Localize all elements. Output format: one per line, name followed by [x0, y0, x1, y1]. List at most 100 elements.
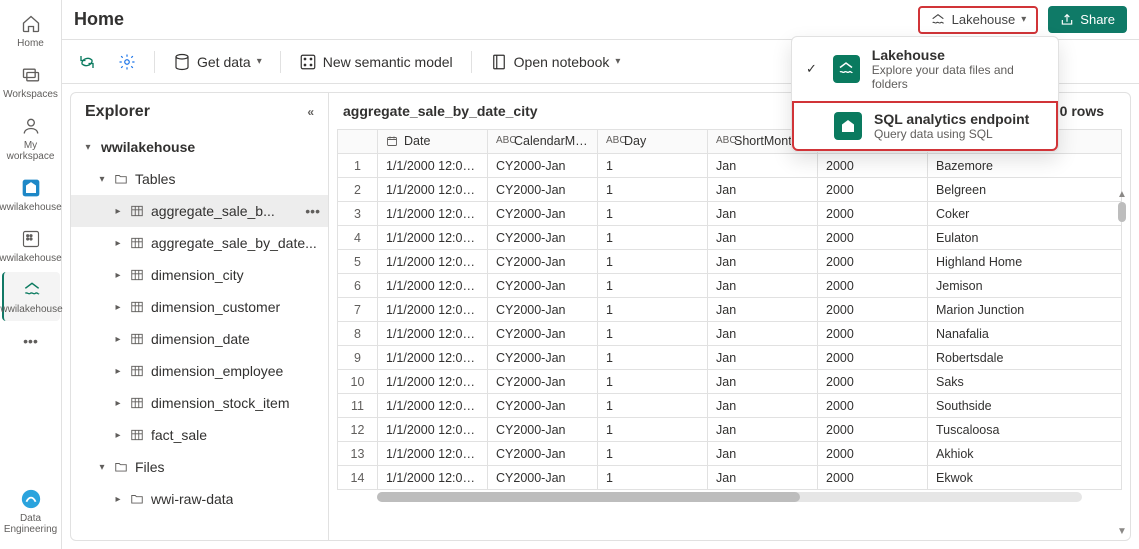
cell[interactable]: CY2000-Jan — [488, 298, 598, 322]
cell[interactable]: 2000 — [818, 226, 928, 250]
cell[interactable]: 1 — [598, 346, 708, 370]
tree-table-entry[interactable]: ▸ dimension_city — [71, 259, 328, 291]
table-row[interactable]: 141/1/2000 12:00:0...CY2000-Jan1Jan2000E… — [338, 466, 1122, 490]
cell[interactable]: Belgreen — [928, 178, 1122, 202]
cell[interactable]: 2000 — [818, 418, 928, 442]
cell[interactable]: CY2000-Jan — [488, 442, 598, 466]
cell[interactable]: Robertsdale — [928, 346, 1122, 370]
cell[interactable]: Jan — [708, 250, 818, 274]
table-row[interactable]: 101/1/2000 12:00:0...CY2000-Jan1Jan2000S… — [338, 370, 1122, 394]
rail-persona[interactable]: Data Engineering — [2, 481, 60, 541]
cell[interactable]: CY2000-Jan — [488, 226, 598, 250]
cell[interactable]: 1/1/2000 12:00:0... — [378, 202, 488, 226]
cell[interactable]: 1/1/2000 12:00:0... — [378, 418, 488, 442]
cell[interactable]: Coker — [928, 202, 1122, 226]
cell[interactable]: 1/1/2000 12:00:0... — [378, 322, 488, 346]
cell[interactable]: 1 — [598, 418, 708, 442]
cell[interactable]: Jan — [708, 466, 818, 490]
cell[interactable]: Jan — [708, 442, 818, 466]
cell[interactable]: CY2000-Jan — [488, 370, 598, 394]
cell[interactable]: 1/1/2000 12:00:0... — [378, 274, 488, 298]
rail-lakehouse-3[interactable]: wwilakehouse — [2, 272, 60, 321]
more-icon[interactable]: ••• — [305, 203, 328, 219]
cell[interactable]: 1 — [598, 394, 708, 418]
tree-table-entry[interactable]: ▸ dimension_date — [71, 323, 328, 355]
cell[interactable]: 2000 — [818, 346, 928, 370]
cell[interactable]: Jan — [708, 298, 818, 322]
rail-my-workspace[interactable]: My workspace — [2, 108, 60, 168]
tree-files[interactable]: ▾ Files — [71, 451, 328, 483]
cell[interactable]: Nanafalia — [928, 322, 1122, 346]
rail-more[interactable]: ••• — [23, 333, 38, 349]
cell[interactable]: 2000 — [818, 370, 928, 394]
cell[interactable]: Eulaton — [928, 226, 1122, 250]
cell[interactable]: Southside — [928, 394, 1122, 418]
tree-table-entry[interactable]: ▸ aggregate_sale_b...••• — [71, 195, 328, 227]
cell[interactable]: 1/1/2000 12:00:0... — [378, 346, 488, 370]
cell[interactable]: Highland Home — [928, 250, 1122, 274]
cell[interactable]: Jan — [708, 178, 818, 202]
cell[interactable]: 1 — [598, 226, 708, 250]
settings-button[interactable] — [114, 49, 140, 75]
tree-file-entry[interactable]: ▸ wwi-raw-data — [71, 483, 328, 515]
get-data-button[interactable]: Get data ▾ — [169, 49, 266, 75]
column-header[interactable]: Date — [378, 130, 488, 154]
tree-table-entry[interactable]: ▸ fact_sale — [71, 419, 328, 451]
cell[interactable]: CY2000-Jan — [488, 346, 598, 370]
scroll-up-icon[interactable]: ▲ — [1117, 189, 1127, 200]
table-row[interactable]: 41/1/2000 12:00:0...CY2000-Jan1Jan2000Eu… — [338, 226, 1122, 250]
cell[interactable]: Jan — [708, 274, 818, 298]
tree-table-entry[interactable]: ▸ dimension_employee — [71, 355, 328, 387]
cell[interactable]: 1 — [598, 322, 708, 346]
table-row[interactable]: 91/1/2000 12:00:0...CY2000-Jan1Jan2000Ro… — [338, 346, 1122, 370]
horizontal-scrollbar[interactable] — [377, 492, 1082, 502]
cell[interactable]: CY2000-Jan — [488, 274, 598, 298]
refresh-button[interactable] — [74, 49, 100, 75]
cell[interactable]: 1/1/2000 12:00:0... — [378, 394, 488, 418]
rail-workspaces[interactable]: Workspaces — [2, 57, 60, 106]
cell[interactable]: Marion Junction — [928, 298, 1122, 322]
menu-item-lakehouse[interactable]: ✓ Lakehouse Explore your data files and … — [792, 37, 1058, 101]
tree-tables[interactable]: ▾ Tables — [71, 163, 328, 195]
table-row[interactable]: 71/1/2000 12:00:0...CY2000-Jan1Jan2000Ma… — [338, 298, 1122, 322]
cell[interactable]: Jan — [708, 322, 818, 346]
cell[interactable]: 1/1/2000 12:00:0... — [378, 250, 488, 274]
cell[interactable]: 1/1/2000 12:00:0... — [378, 226, 488, 250]
cell[interactable]: Saks — [928, 370, 1122, 394]
cell[interactable]: 1/1/2000 12:00:0... — [378, 370, 488, 394]
cell[interactable]: CY2000-Jan — [488, 418, 598, 442]
cell[interactable]: Tuscaloosa — [928, 418, 1122, 442]
table-row[interactable]: 81/1/2000 12:00:0...CY2000-Jan1Jan2000Na… — [338, 322, 1122, 346]
tree-table-entry[interactable]: ▸ aggregate_sale_by_date... — [71, 227, 328, 259]
cell[interactable]: 2000 — [818, 442, 928, 466]
cell[interactable]: 1 — [598, 178, 708, 202]
open-notebook-button[interactable]: Open notebook ▾ — [486, 49, 625, 75]
rail-home[interactable]: Home — [2, 6, 60, 55]
table-row[interactable]: 61/1/2000 12:00:0...CY2000-Jan1Jan2000Je… — [338, 274, 1122, 298]
table-row[interactable]: 31/1/2000 12:00:0...CY2000-Jan1Jan2000Co… — [338, 202, 1122, 226]
cell[interactable]: 1/1/2000 12:00:0... — [378, 466, 488, 490]
table-row[interactable]: 121/1/2000 12:00:0...CY2000-Jan1Jan2000T… — [338, 418, 1122, 442]
collapse-explorer-button[interactable]: « — [307, 105, 314, 119]
cell[interactable]: 2000 — [818, 466, 928, 490]
tree-root[interactable]: ▾ wwilakehouse — [71, 131, 328, 163]
cell[interactable]: 1 — [598, 442, 708, 466]
cell[interactable]: 1/1/2000 12:00:0... — [378, 298, 488, 322]
rail-lakehouse-1[interactable]: wwilakehouse — [2, 170, 60, 219]
table-row[interactable]: 131/1/2000 12:00:0...CY2000-Jan1Jan2000A… — [338, 442, 1122, 466]
cell[interactable]: 1 — [598, 370, 708, 394]
column-header[interactable]: ABCDay — [598, 130, 708, 154]
column-header[interactable]: ABCCalendarMo... — [488, 130, 598, 154]
cell[interactable]: Jan — [708, 418, 818, 442]
cell[interactable]: Jan — [708, 202, 818, 226]
cell[interactable]: 1/1/2000 12:00:0... — [378, 154, 488, 178]
cell[interactable]: Jan — [708, 394, 818, 418]
cell[interactable]: CY2000-Jan — [488, 466, 598, 490]
cell[interactable]: CY2000-Jan — [488, 250, 598, 274]
tree-table-entry[interactable]: ▸ dimension_customer — [71, 291, 328, 323]
cell[interactable]: CY2000-Jan — [488, 322, 598, 346]
cell[interactable]: Jan — [708, 226, 818, 250]
cell[interactable]: 2000 — [818, 178, 928, 202]
cell[interactable]: 2000 — [818, 250, 928, 274]
scroll-down-icon[interactable]: ▼ — [1117, 526, 1127, 537]
